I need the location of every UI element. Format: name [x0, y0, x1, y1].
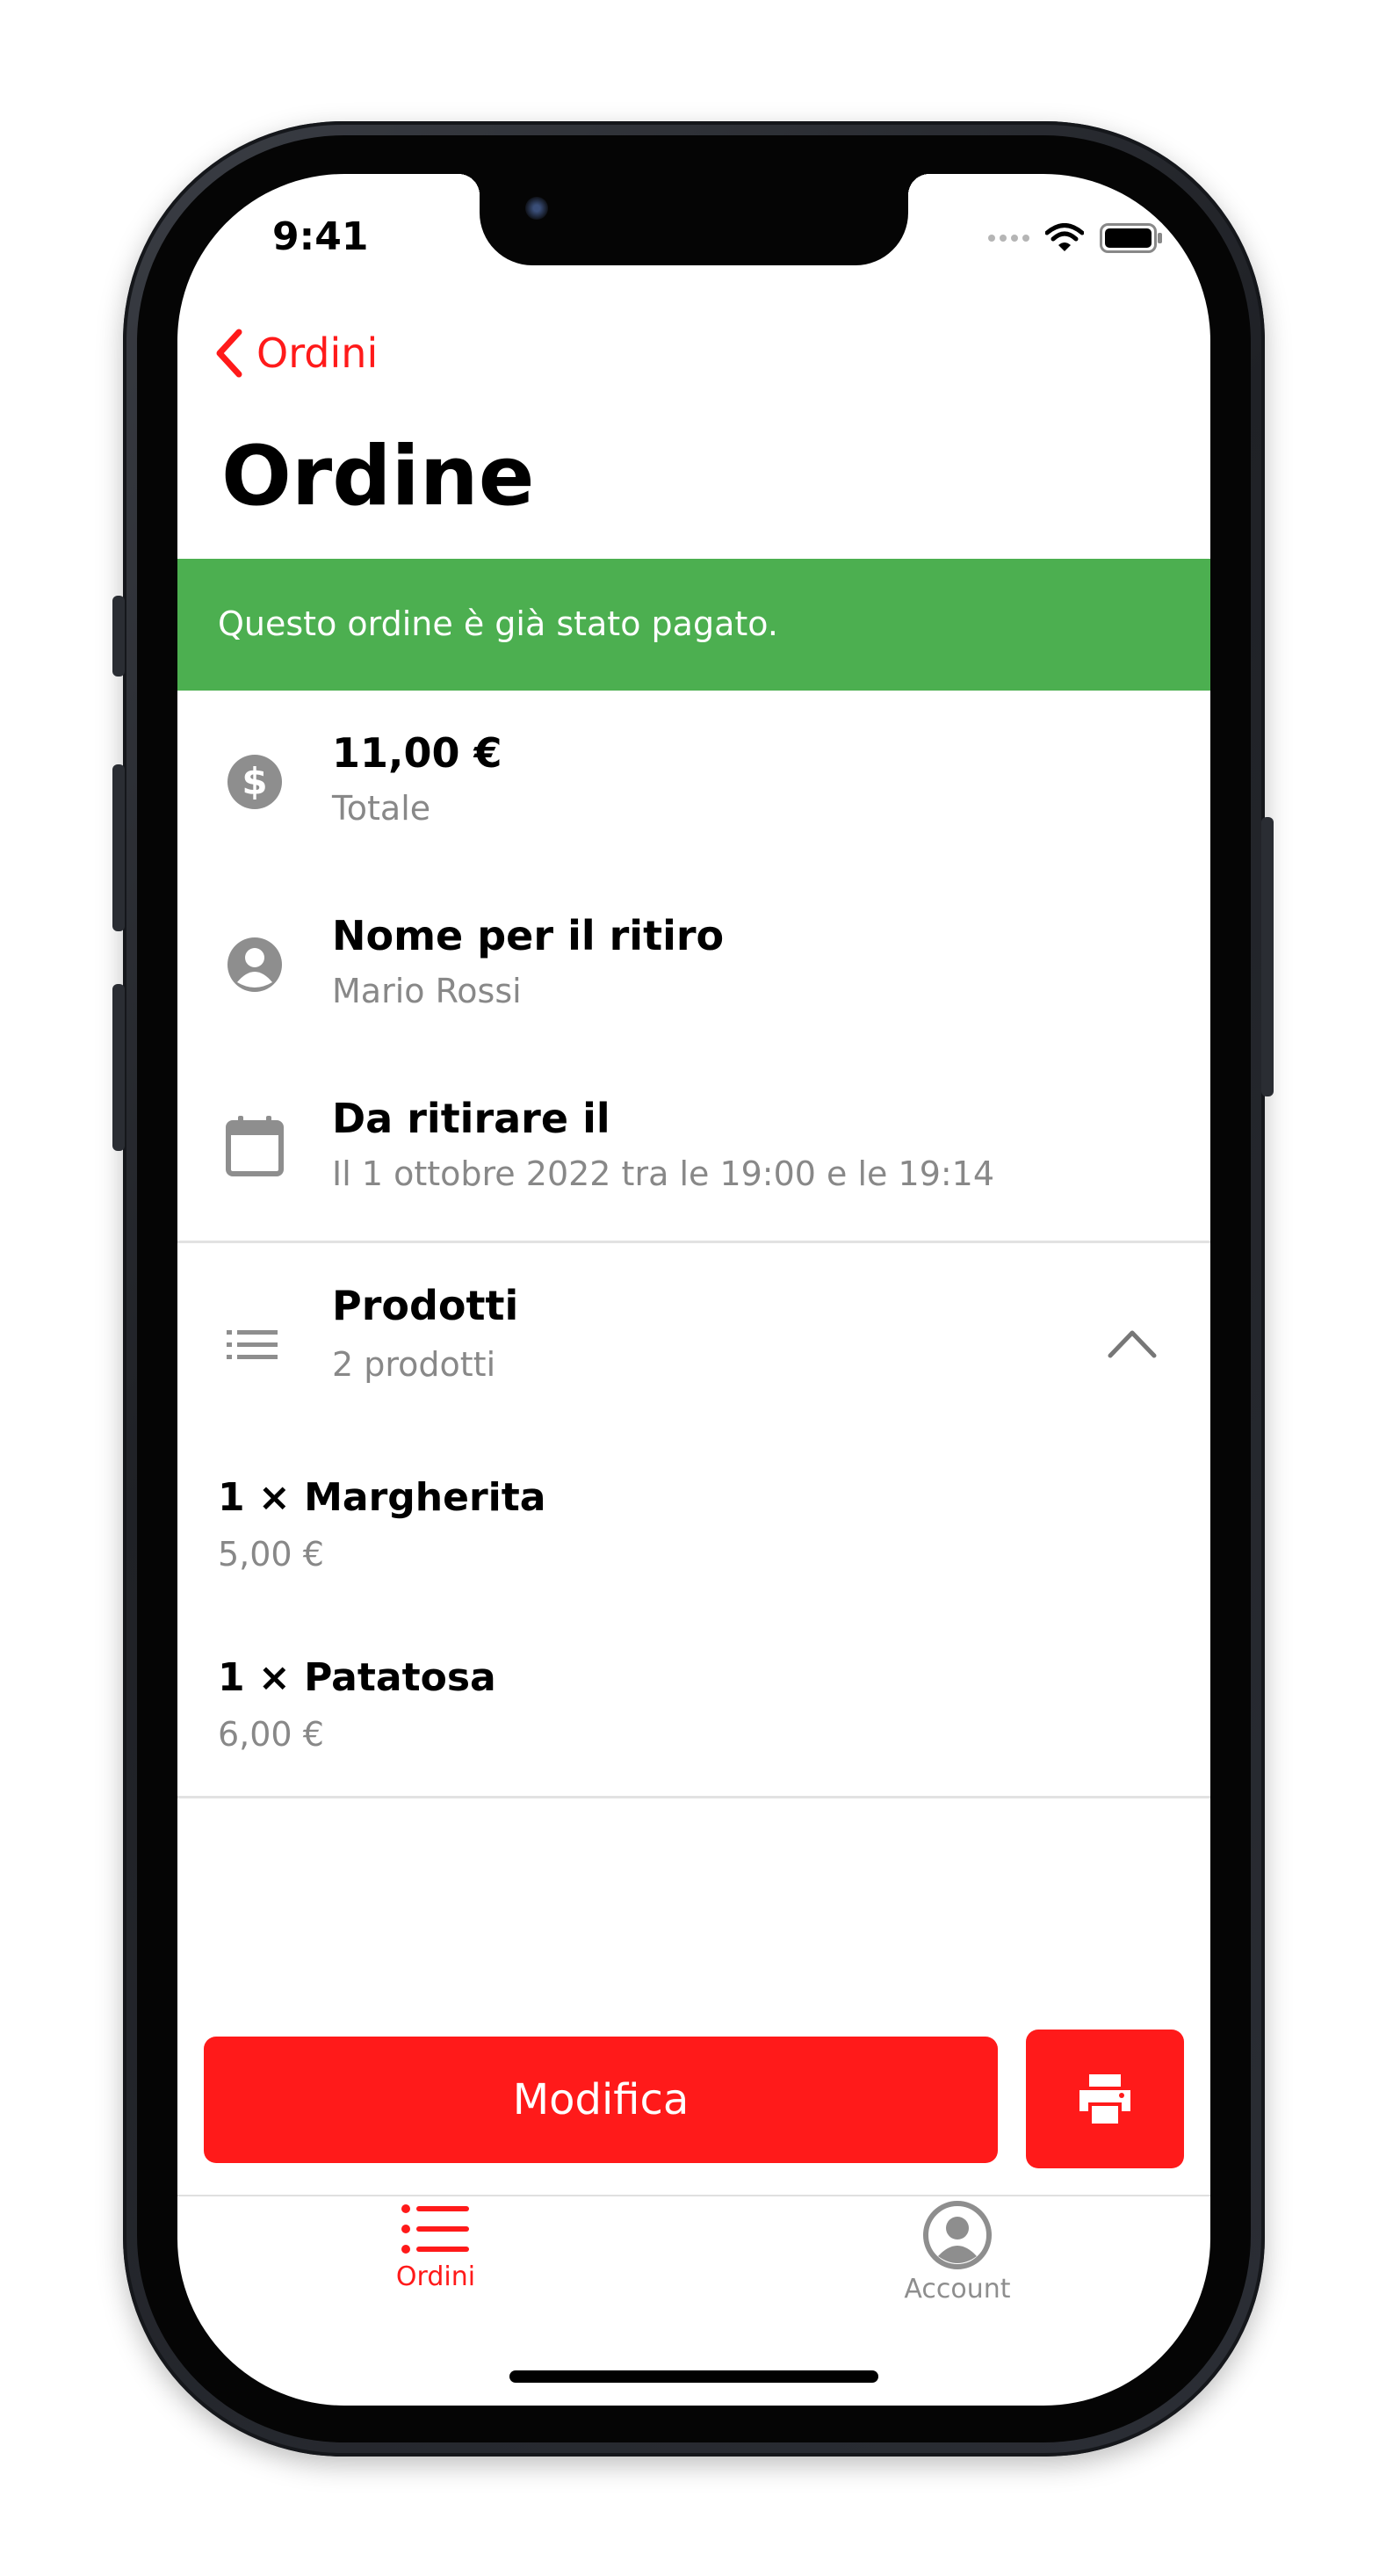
product-name: 1 × Margherita	[218, 1475, 546, 1520]
calendar-icon	[226, 1116, 284, 1176]
svg-text:$: $	[242, 760, 267, 803]
tab-ordini-label: Ordini	[395, 2261, 476, 2292]
total-label: Totale	[332, 789, 431, 828]
front-camera	[525, 197, 548, 220]
list-icon	[227, 1330, 278, 1359]
product-price: 6,00 €	[218, 1715, 324, 1754]
silent-switch	[112, 596, 125, 677]
pickup-date-title: Da ritirare il	[332, 1095, 610, 1142]
pickup-name-title: Nome per il ritiro	[332, 912, 725, 959]
chevron-left-icon	[216, 329, 242, 378]
back-button[interactable]: Ordini	[213, 329, 378, 378]
tabbar-divider	[177, 2195, 1210, 2196]
print-button[interactable]	[1026, 2030, 1184, 2168]
products-count: 2 prodotti	[332, 1345, 496, 1384]
pickup-date-value: Il 1 ottobre 2022 tra le 19:00 e le 19:1…	[332, 1154, 995, 1193]
power-button	[1261, 817, 1274, 1096]
battery-icon	[1100, 223, 1162, 253]
status-time: 9:41	[272, 214, 369, 259]
paid-banner-text: Questo ordine è già stato pagato.	[218, 604, 778, 643]
home-indicator[interactable]	[509, 2370, 878, 2383]
chevron-up-icon[interactable]	[1107, 1328, 1158, 1359]
list-item: 1 × Patatosa 6,00 €	[177, 1617, 1210, 1797]
notch	[458, 174, 929, 265]
edit-button[interactable]: Modifica	[204, 2037, 998, 2163]
volume-down-button	[112, 984, 125, 1151]
product-price: 5,00 €	[218, 1535, 324, 1574]
detail-total: $ 11,00 € Totale	[177, 691, 1210, 873]
tab-account[interactable]: Account	[864, 2200, 1050, 2305]
total-amount: 11,00 €	[332, 729, 502, 777]
printer-icon	[1079, 2074, 1130, 2124]
cellular-signal-icon	[988, 235, 1029, 242]
app-screen: 9:41 Ordini Ordine Questo ordine è già s…	[177, 174, 1210, 2406]
products-divider	[177, 1796, 1210, 1798]
list-icon	[401, 2204, 469, 2254]
tab-account-label: Account	[904, 2274, 1011, 2305]
person-circle-icon	[227, 937, 282, 992]
pickup-name-value: Mario Rossi	[332, 972, 522, 1010]
tab-ordini[interactable]: Ordini	[351, 2200, 520, 2292]
products-title: Prodotti	[332, 1282, 519, 1329]
account-circle-icon	[923, 2201, 992, 2269]
product-name: 1 × Patatosa	[218, 1655, 496, 1700]
volume-up-button	[112, 764, 125, 931]
wifi-icon	[1045, 223, 1084, 251]
dollar-circle-icon: $	[227, 755, 282, 809]
paid-banner: Questo ordine è già stato pagato.	[177, 559, 1210, 691]
products-header[interactable]: Prodotti 2 prodotti	[177, 1243, 1210, 1436]
detail-pickup-name: Nome per il ritiro Mario Rossi	[177, 873, 1210, 1056]
list-item: 1 × Margherita 5,00 €	[177, 1436, 1210, 1617]
status-indicators	[988, 223, 1163, 253]
detail-pickup-date: Da ritirare il Il 1 ottobre 2022 tra le …	[177, 1056, 1210, 1239]
back-label: Ordini	[256, 329, 379, 377]
page-title: Ordine	[221, 429, 535, 525]
